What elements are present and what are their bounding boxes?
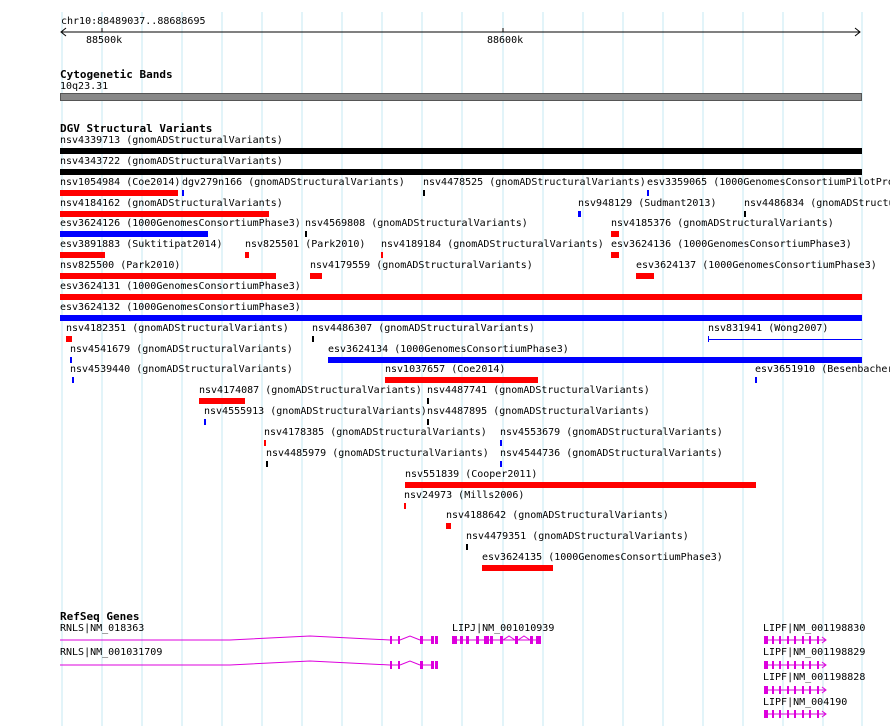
gene-exon <box>802 686 804 694</box>
gene-exon <box>420 636 423 644</box>
gene-exon <box>809 636 811 644</box>
gene-exon <box>787 686 789 694</box>
gene-exon <box>809 661 811 669</box>
gene-exon <box>466 636 469 644</box>
gene-exon <box>779 686 781 694</box>
gene-exon <box>398 661 400 669</box>
gene-exon <box>817 686 819 694</box>
gene-exon <box>452 636 457 644</box>
gene-exon <box>764 661 768 669</box>
gene-exon <box>530 636 533 644</box>
gene-exon <box>772 636 774 644</box>
gene-exon <box>794 661 796 669</box>
gene-exon <box>809 686 811 694</box>
gene-exon <box>764 636 768 644</box>
gene-exon <box>460 636 463 644</box>
gene-exon <box>817 710 819 718</box>
gene-exon <box>484 636 489 644</box>
gene-exon <box>772 661 774 669</box>
gene-exon <box>794 686 796 694</box>
gene-exon <box>435 661 438 669</box>
gene-exon <box>431 661 434 669</box>
gene-exon <box>809 710 811 718</box>
gene-exon <box>490 636 493 644</box>
gene-exon <box>802 710 804 718</box>
gene-exon <box>787 636 789 644</box>
gene-intron <box>229 660 391 666</box>
gene-intron <box>517 635 531 641</box>
gene-exon <box>787 661 789 669</box>
gene-exon <box>420 661 423 669</box>
gene-exon <box>764 710 768 718</box>
gene-exon <box>794 636 796 644</box>
gene-exon <box>476 636 479 644</box>
gene-exon <box>787 710 789 718</box>
gene-exon <box>431 636 434 644</box>
gene-exon <box>802 661 804 669</box>
gene-exon <box>390 661 392 669</box>
gene-exon <box>779 636 781 644</box>
gene-exon <box>390 636 392 644</box>
gene-intron <box>399 635 421 641</box>
gene-exon <box>772 686 774 694</box>
gene-exon <box>779 710 781 718</box>
gene-exon <box>500 636 503 644</box>
gene-exon <box>794 710 796 718</box>
gene-exon <box>817 661 819 669</box>
gene-intron <box>399 660 421 666</box>
gene-exon <box>435 636 438 644</box>
gene-exon <box>536 636 541 644</box>
gene-exon <box>772 710 774 718</box>
refseq-gene-glyphs <box>60 635 827 718</box>
gene-exon <box>515 636 518 644</box>
gene-intron <box>502 635 516 641</box>
gene-exon <box>817 636 819 644</box>
gene-intron <box>229 635 391 641</box>
gene-exon <box>779 661 781 669</box>
gene-exon <box>764 686 768 694</box>
gene-exon <box>802 636 804 644</box>
gene-exon <box>398 636 400 644</box>
